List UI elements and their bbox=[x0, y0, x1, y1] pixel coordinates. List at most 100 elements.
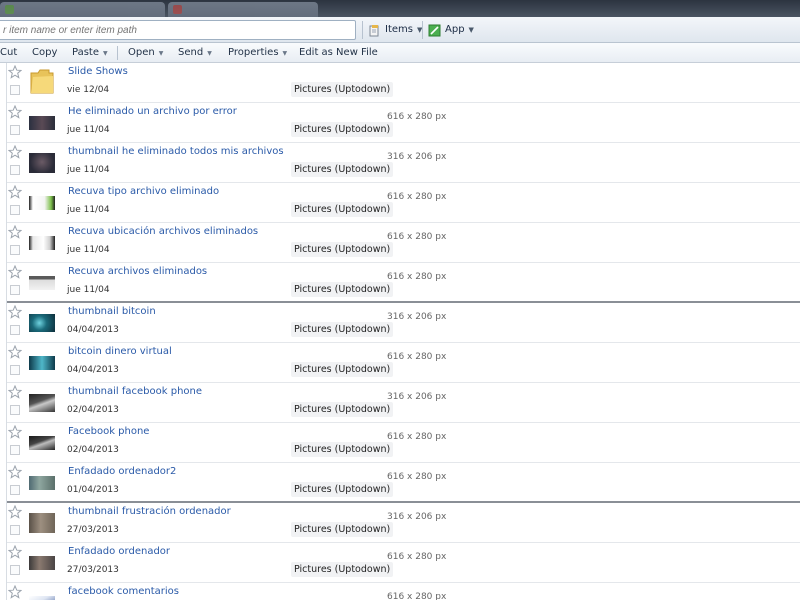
copy-button[interactable]: Copy bbox=[32, 43, 57, 63]
image-thumbnail[interactable] bbox=[29, 236, 55, 250]
list-item[interactable]: bitcoin dinero virtual 04/04/2013 Pictur… bbox=[7, 343, 800, 383]
item-source-tag[interactable]: Pictures (Uptodown) bbox=[291, 562, 394, 577]
item-title-link[interactable]: thumbnail he eliminado todos mis archivo… bbox=[68, 146, 284, 157]
image-thumbnail[interactable] bbox=[29, 476, 55, 490]
list-item[interactable]: thumbnail frustración ordenador 27/03/20… bbox=[7, 503, 800, 543]
item-title-link[interactable]: Enfadado ordenador bbox=[68, 546, 170, 557]
list-item[interactable]: thumbnail facebook phone 02/04/2013 Pict… bbox=[7, 383, 800, 423]
list-item[interactable]: Recuva archivos eliminados jue 11/04 Pic… bbox=[7, 263, 800, 303]
copy-label: Copy bbox=[32, 47, 58, 58]
item-checkbox[interactable] bbox=[10, 125, 20, 135]
star-icon[interactable] bbox=[8, 425, 22, 439]
item-title-link[interactable]: Recuva ubicación archivos eliminados bbox=[68, 226, 258, 237]
item-checkbox[interactable] bbox=[10, 325, 20, 335]
item-source-tag[interactable]: Pictures (Uptodown) bbox=[291, 242, 394, 257]
item-source-tag[interactable]: Pictures (Uptodown) bbox=[291, 82, 394, 97]
item-source-tag[interactable]: Pictures (Uptodown) bbox=[291, 202, 394, 217]
star-icon[interactable] bbox=[8, 145, 22, 159]
item-source-tag[interactable]: Pictures (Uptodown) bbox=[291, 482, 394, 497]
item-checkbox[interactable] bbox=[10, 205, 20, 215]
items-menu-button[interactable]: Items ▼ bbox=[368, 21, 422, 39]
item-source-tag[interactable]: Pictures (Uptodown) bbox=[291, 322, 394, 337]
item-source-tag[interactable]: Pictures (Uptodown) bbox=[291, 522, 394, 537]
list-item[interactable]: Slide Shows vie 12/04 Pictures (Uptodown… bbox=[7, 63, 800, 103]
divider bbox=[117, 46, 118, 60]
command-toolbar: Cut Copy Paste ▼ Open ▼ Send ▼ Properties ▼ … bbox=[0, 43, 800, 63]
image-thumbnail[interactable] bbox=[29, 394, 55, 412]
browser-tab[interactable] bbox=[168, 2, 318, 17]
item-title-link[interactable]: facebook comentarios bbox=[68, 586, 179, 597]
image-thumbnail[interactable] bbox=[29, 276, 55, 290]
image-thumbnail[interactable] bbox=[29, 314, 55, 332]
edit-as-new-file-label: Edit as New File bbox=[299, 47, 378, 58]
item-checkbox[interactable] bbox=[10, 365, 20, 375]
item-title-link[interactable]: bitcoin dinero virtual bbox=[68, 346, 172, 357]
edit-as-new-file-button[interactable]: Edit as New File bbox=[299, 43, 378, 63]
star-icon[interactable] bbox=[8, 305, 22, 319]
browser-tab[interactable] bbox=[0, 2, 165, 17]
list-item[interactable]: Recuva tipo archivo eliminado jue 11/04 … bbox=[7, 183, 800, 223]
item-title-link[interactable]: He eliminado un archivo por error bbox=[68, 106, 237, 117]
star-icon[interactable] bbox=[8, 585, 22, 599]
image-thumbnail[interactable] bbox=[29, 556, 55, 570]
item-title-link[interactable]: Enfadado ordenador2 bbox=[68, 466, 176, 477]
image-thumbnail[interactable] bbox=[29, 513, 55, 533]
star-icon[interactable] bbox=[8, 265, 22, 279]
item-source-tag[interactable]: Pictures (Uptodown) bbox=[291, 402, 394, 417]
item-checkbox[interactable] bbox=[10, 245, 20, 255]
image-thumbnail[interactable] bbox=[29, 356, 55, 370]
item-source-tag[interactable]: Pictures (Uptodown) bbox=[291, 442, 394, 457]
item-checkbox[interactable] bbox=[10, 165, 20, 175]
chevron-down-icon: ▼ bbox=[282, 50, 288, 57]
star-icon[interactable] bbox=[8, 105, 22, 119]
image-thumbnail[interactable] bbox=[29, 436, 55, 450]
item-title-link[interactable]: thumbnail frustración ordenador bbox=[68, 506, 231, 517]
star-icon[interactable] bbox=[8, 225, 22, 239]
app-menu-label: App bbox=[445, 24, 465, 35]
star-icon[interactable] bbox=[8, 185, 22, 199]
item-source-tag[interactable]: Pictures (Uptodown) bbox=[291, 162, 394, 177]
item-checkbox[interactable] bbox=[10, 85, 20, 95]
star-icon[interactable] bbox=[8, 465, 22, 479]
cut-button[interactable]: Cut bbox=[0, 43, 17, 63]
item-title-link[interactable]: Slide Shows bbox=[68, 66, 128, 77]
list-item[interactable]: thumbnail bitcoin 04/04/2013 Pictures (U… bbox=[7, 303, 800, 343]
star-icon[interactable] bbox=[8, 505, 22, 519]
item-source-tag[interactable]: Pictures (Uptodown) bbox=[291, 362, 394, 377]
item-title-link[interactable]: thumbnail bitcoin bbox=[68, 306, 156, 317]
list-item[interactable]: He eliminado un archivo por error jue 11… bbox=[7, 103, 800, 143]
item-title-link[interactable]: thumbnail facebook phone bbox=[68, 386, 202, 397]
item-checkbox[interactable] bbox=[10, 405, 20, 415]
list-item[interactable]: Enfadado ordenador2 01/04/2013 Pictures … bbox=[7, 463, 800, 503]
item-checkbox[interactable] bbox=[10, 565, 20, 575]
item-checkbox[interactable] bbox=[10, 525, 20, 535]
item-checkbox[interactable] bbox=[10, 285, 20, 295]
send-button[interactable]: Send ▼ bbox=[178, 43, 212, 63]
item-title-link[interactable]: Recuva tipo archivo eliminado bbox=[68, 186, 219, 197]
app-menu-button[interactable]: App ▼ bbox=[428, 21, 474, 39]
open-button[interactable]: Open ▼ bbox=[128, 43, 163, 63]
item-dimensions: 616 x 280 px bbox=[387, 232, 447, 242]
item-title-link[interactable]: Recuva archivos eliminados bbox=[68, 266, 207, 277]
item-title-link[interactable]: Facebook phone bbox=[68, 426, 149, 437]
star-icon[interactable] bbox=[8, 385, 22, 399]
list-item[interactable]: thumbnail he eliminado todos mis archivo… bbox=[7, 143, 800, 183]
item-source-tag[interactable]: Pictures (Uptodown) bbox=[291, 122, 394, 137]
list-item[interactable]: Facebook phone 02/04/2013 Pictures (Upto… bbox=[7, 423, 800, 463]
item-path-input[interactable] bbox=[0, 20, 356, 40]
list-item[interactable]: facebook comentarios 616 x 280 px bbox=[7, 583, 800, 600]
image-thumbnail[interactable] bbox=[29, 596, 55, 600]
star-icon[interactable] bbox=[8, 345, 22, 359]
list-item[interactable]: Recuva ubicación archivos eliminados jue… bbox=[7, 223, 800, 263]
item-checkbox[interactable] bbox=[10, 485, 20, 495]
item-source-tag[interactable]: Pictures (Uptodown) bbox=[291, 282, 394, 297]
item-checkbox[interactable] bbox=[10, 445, 20, 455]
paste-button[interactable]: Paste ▼ bbox=[72, 43, 108, 63]
image-thumbnail[interactable] bbox=[29, 196, 55, 210]
image-thumbnail[interactable] bbox=[29, 116, 55, 130]
star-icon[interactable] bbox=[8, 65, 22, 79]
list-item[interactable]: Enfadado ordenador 27/03/2013 Pictures (… bbox=[7, 543, 800, 583]
star-icon[interactable] bbox=[8, 545, 22, 559]
properties-button[interactable]: Properties ▼ bbox=[228, 43, 287, 63]
image-thumbnail[interactable] bbox=[29, 153, 55, 173]
